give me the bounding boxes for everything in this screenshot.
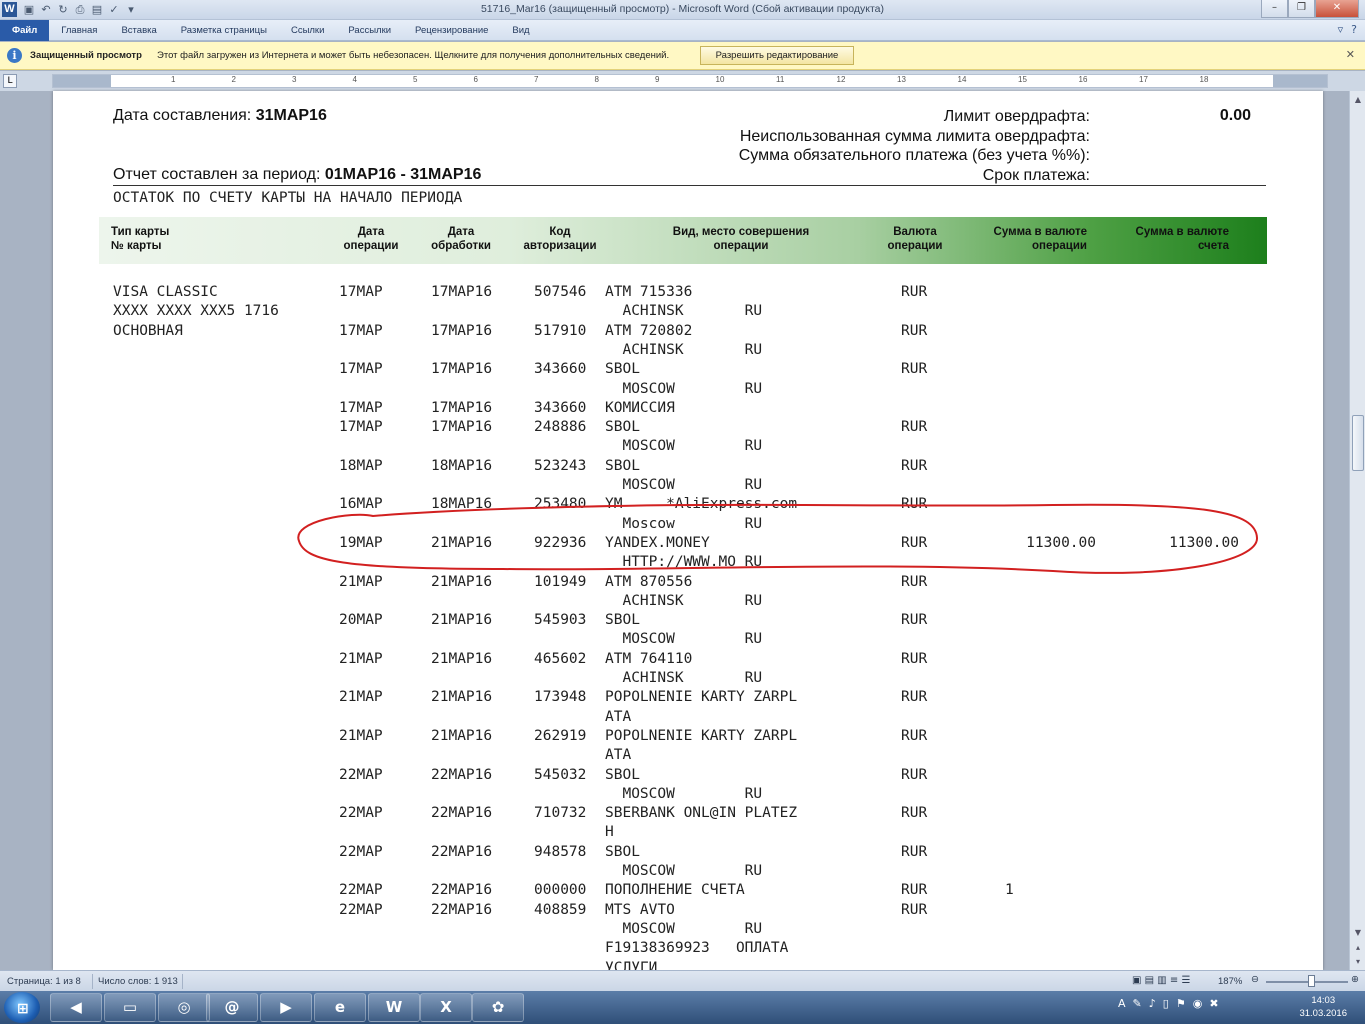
- scroll-thumb[interactable]: [1352, 415, 1364, 471]
- tray-app-icon[interactable]: ✎: [1133, 997, 1142, 1010]
- expand-ribbon-icon[interactable]: ▿: [1338, 23, 1344, 36]
- document-workspace: Дата составления: 31МАР16 Отчет составле…: [0, 91, 1349, 970]
- tab-selector-icon[interactable]: L: [3, 74, 17, 88]
- tab-home[interactable]: Главная: [49, 20, 109, 41]
- zoom-out-icon[interactable]: ⊖: [1251, 974, 1259, 985]
- start-button[interactable]: ⊞: [4, 992, 40, 1023]
- taskbar: ⊞ ◀ ▭ ◎ @ ▶ e W X ✿ A ✎ ♪ ▯ ⚑ ◉ ✖ 14:03 …: [0, 991, 1365, 1024]
- restore-button[interactable]: ❐: [1288, 0, 1315, 18]
- zoom-in-icon[interactable]: ⊕: [1351, 974, 1359, 985]
- speaker-app-icon[interactable]: ◀: [50, 993, 102, 1022]
- page-count[interactable]: Страница: 1 из 8: [7, 976, 81, 987]
- next-page-icon[interactable]: ▾: [1351, 955, 1365, 969]
- enable-editing-button[interactable]: Разрешить редактирование: [700, 46, 854, 65]
- mail-agent-icon[interactable]: @: [206, 993, 258, 1022]
- scroll-down-icon[interactable]: ▼: [1351, 926, 1365, 940]
- system-tray: A ✎ ♪ ▯ ⚑ ◉ ✖: [1118, 997, 1219, 1010]
- excel-icon[interactable]: X: [420, 993, 472, 1022]
- info-icon: i: [7, 48, 22, 63]
- ruler-number: 2: [231, 75, 236, 84]
- tab-references[interactable]: Ссылки: [279, 20, 336, 41]
- tab-view[interactable]: Вид: [500, 20, 541, 41]
- ruler-number: 13: [897, 75, 906, 84]
- ribbon-right-controls: ▿ ?: [1338, 23, 1357, 36]
- clock-time: 14:03: [1311, 995, 1336, 1006]
- ruler-row: L 1 2 3 4 5 6 7 8 9 10 11 12 13 14 15 16 17 18: [0, 71, 1365, 91]
- tab-page-layout[interactable]: Разметка страницы: [169, 20, 279, 41]
- document-page[interactable]: Дата составления: 31МАР16 Отчет составле…: [53, 91, 1323, 970]
- antivirus-icon[interactable]: ◉: [1193, 997, 1203, 1010]
- protected-view-message[interactable]: Этот файл загружен из Интернета и может …: [157, 50, 669, 61]
- update-icon[interactable]: ✖: [1209, 997, 1218, 1010]
- flag-icon[interactable]: ⚑: [1176, 997, 1186, 1010]
- ruler-number: 14: [957, 75, 967, 84]
- ruler-number: 5: [413, 75, 418, 84]
- tab-insert[interactable]: Вставка: [109, 20, 168, 41]
- status-separator: [182, 974, 183, 989]
- ribbon: Файл Главная Вставка Разметка страницы С…: [0, 20, 1365, 41]
- folder-icon[interactable]: ▭: [104, 993, 156, 1022]
- ruler-number: 12: [836, 75, 846, 84]
- ie-icon[interactable]: e: [314, 993, 366, 1022]
- ruler-number: 9: [655, 75, 660, 84]
- ruler-number: 7: [534, 75, 539, 84]
- ruler-number: 18: [1199, 75, 1209, 84]
- window-title: 51716_Mar16 (защищенный просмотр) - Micr…: [480, 3, 885, 15]
- ruler-left-margin: [53, 75, 111, 87]
- ruler-number: 4: [352, 75, 357, 84]
- word-count[interactable]: Число слов: 1 913: [98, 976, 178, 987]
- ruler-number: 8: [594, 75, 599, 84]
- close-icon[interactable]: ✕: [1346, 48, 1355, 61]
- media-player-icon[interactable]: ▶: [260, 993, 312, 1022]
- clock[interactable]: 14:03 31.03.2016: [1299, 994, 1347, 1020]
- tab-file[interactable]: Файл: [0, 20, 50, 41]
- network-icon[interactable]: ▯: [1163, 997, 1169, 1010]
- horizontal-ruler[interactable]: 1 2 3 4 5 6 7 8 9 10 11 12 13 14 15 16 17 18: [52, 74, 1328, 88]
- ruler-number: 6: [473, 75, 478, 84]
- title-bar: W ▣ ↶ ↻ ⎙ ▤ ✓ ▾ 51716_Mar16 (защищенный …: [0, 0, 1365, 20]
- ruler-number: 17: [1139, 75, 1148, 84]
- window-controls: – ❐ ✕: [1261, 0, 1359, 18]
- word-icon[interactable]: W: [368, 993, 420, 1022]
- cd-app-icon[interactable]: ◎: [158, 993, 210, 1022]
- protected-view-title: Защищенный просмотр: [30, 50, 142, 61]
- clock-date: 31.03.2016: [1299, 1008, 1347, 1019]
- volume-icon[interactable]: ♪: [1149, 997, 1156, 1010]
- minimize-button[interactable]: –: [1261, 0, 1288, 18]
- help-icon[interactable]: ?: [1351, 23, 1357, 36]
- view-buttons[interactable]: ▣ ▤ ▥ ≡ ☰: [1132, 975, 1190, 986]
- windows-logo-icon: ⊞: [17, 1001, 29, 1017]
- ruler-number: 3: [292, 75, 297, 84]
- vertical-scrollbar[interactable]: ▲ ▼ ▴ ▾: [1349, 91, 1365, 970]
- tab-mailings[interactable]: Рассылки: [336, 20, 403, 41]
- red-hand-drawn-ellipse: [297, 503, 1259, 574]
- scroll-up-icon[interactable]: ▲: [1351, 93, 1365, 107]
- ruler-number: 10: [715, 75, 725, 84]
- ruler-number: 15: [1018, 75, 1027, 84]
- language-indicator[interactable]: A: [1118, 997, 1126, 1010]
- ruler-right-margin: [1273, 75, 1327, 87]
- status-bar: Страница: 1 из 8 Число слов: 1 913 ▣ ▤ ▥…: [0, 970, 1365, 991]
- prev-page-icon[interactable]: ▴: [1351, 941, 1365, 955]
- zoom-slider[interactable]: [1266, 981, 1348, 983]
- protected-view-bar: i Защищенный просмотр Этот файл загружен…: [0, 42, 1365, 70]
- zoom-slider-thumb[interactable]: [1308, 975, 1315, 987]
- ruler-number: 16: [1078, 75, 1088, 84]
- ruler-number: 11: [776, 75, 785, 84]
- status-separator: [92, 974, 93, 989]
- close-button[interactable]: ✕: [1315, 0, 1359, 18]
- icq-icon[interactable]: ✿: [472, 993, 524, 1022]
- zoom-level[interactable]: 187%: [1218, 976, 1242, 987]
- ruler-number: 1: [171, 75, 176, 84]
- ribbon-tabs: Файл Главная Вставка Разметка страницы С…: [0, 20, 542, 41]
- tab-review[interactable]: Рецензирование: [403, 20, 500, 41]
